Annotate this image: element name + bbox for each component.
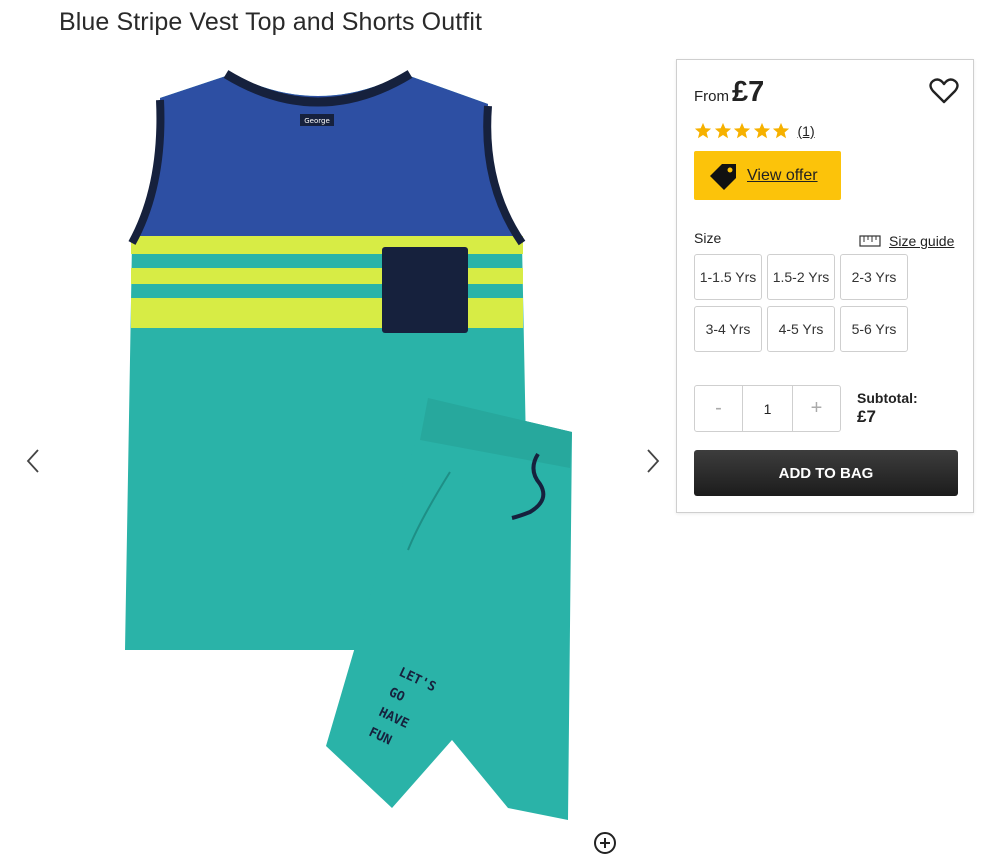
price-tag-icon <box>710 163 736 190</box>
ruler-icon <box>859 235 881 247</box>
heart-icon[interactable] <box>929 76 959 106</box>
product-title: Blue Stripe Vest Top and Shorts Outfit <box>59 8 483 36</box>
size-option[interactable]: 2-3 Yrs <box>840 254 908 300</box>
gallery-next-button[interactable] <box>640 446 664 476</box>
price: £7 <box>732 76 765 108</box>
chevron-right-icon <box>647 449 660 473</box>
quantity-input[interactable]: 1 <box>743 385 792 432</box>
product-image[interactable]: George LET'S GO HAVE FUN <box>115 66 585 826</box>
brand-label: George <box>304 117 330 125</box>
quantity-increase-button[interactable]: + <box>792 385 841 432</box>
subtotal: Subtotal: £7 <box>857 390 918 427</box>
from-label: From <box>694 88 729 105</box>
view-offer-label: View offer <box>747 166 818 184</box>
size-option[interactable]: 4-5 Yrs <box>767 306 835 352</box>
star-icon <box>733 122 751 139</box>
star-rating <box>694 122 792 140</box>
size-guide-label: Size guide <box>889 233 955 249</box>
star-icon <box>694 122 712 139</box>
price-row: From £7 <box>694 76 764 109</box>
star-icon <box>714 122 731 139</box>
rating: (1) <box>694 122 815 140</box>
quantity-stepper: - 1 + <box>694 385 841 432</box>
add-to-bag-button[interactable]: ADD TO BAG <box>694 450 958 496</box>
chevron-left-icon <box>26 449 39 473</box>
star-icon <box>772 122 790 139</box>
subtotal-value: £7 <box>857 407 876 426</box>
quantity-decrease-button[interactable]: - <box>694 385 743 432</box>
size-option[interactable]: 1.5-2 Yrs <box>767 254 835 300</box>
purchase-panel: From £7 (1) View offer Size Size guide 1-… <box>676 59 974 513</box>
gallery-prev-button[interactable] <box>22 446 46 476</box>
size-label: Size <box>694 230 722 246</box>
subtotal-label: Subtotal: <box>857 390 918 406</box>
size-guide-link[interactable]: Size guide <box>859 233 954 249</box>
zoom-icon[interactable] <box>592 830 618 856</box>
size-option[interactable]: 5-6 Yrs <box>840 306 908 352</box>
product-gallery: George LET'S GO HAVE FUN <box>0 58 670 854</box>
size-options: 1-1.5 Yrs 1.5-2 Yrs 2-3 Yrs 3-4 Yrs 4-5 … <box>694 254 908 352</box>
review-count-link[interactable]: (1) <box>798 123 815 139</box>
size-option[interactable]: 1-1.5 Yrs <box>694 254 762 300</box>
star-icon <box>753 122 770 139</box>
size-option[interactable]: 3-4 Yrs <box>694 306 762 352</box>
view-offer-button[interactable]: View offer <box>694 151 841 200</box>
